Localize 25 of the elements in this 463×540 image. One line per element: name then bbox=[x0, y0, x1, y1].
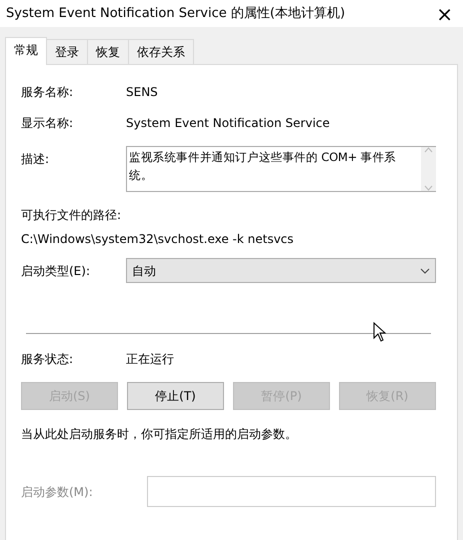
field-label: 可执行文件的路径: bbox=[21, 207, 122, 224]
tab[interactable]: 常规 bbox=[5, 37, 47, 65]
cursor-icon bbox=[373, 322, 387, 342]
caret-icon bbox=[420, 268, 430, 274]
description-box[interactable]: 监视系统事件并通知订户这些事件的 COM+ 事件系统。 bbox=[126, 146, 436, 192]
field-value: System Event Notification Service bbox=[126, 115, 330, 132]
field-label: 启动类型(E): bbox=[21, 262, 91, 280]
field-label: 服务状态: bbox=[21, 351, 74, 368]
close-button[interactable]: × bbox=[432, 4, 457, 24]
tab[interactable]: 依存关系 bbox=[128, 39, 194, 64]
window-title: System Event Notification Service 的属性(本地计算机) bbox=[6, 4, 346, 23]
description-text: 监视系统事件并通知订户这些事件的 COM+ 事件系统。 bbox=[128, 149, 397, 184]
scroll-up-icon[interactable] bbox=[424, 147, 433, 153]
startup-type-dropdown[interactable]: 自动 bbox=[126, 258, 436, 283]
hint-text: 当从此处启动服务时，你可指定所适用的启动参数。 bbox=[21, 426, 298, 443]
field-label: 启动参数(M): bbox=[21, 484, 94, 500]
field-value: 正在运行 bbox=[126, 351, 174, 368]
dropdown-value: 自动 bbox=[132, 262, 156, 280]
field-label: 显示名称: bbox=[21, 115, 74, 132]
field-value: SENS bbox=[126, 84, 158, 101]
service-button[interactable]: 停止(T) bbox=[127, 382, 224, 410]
path-value: C:\Windows\system32\svchost.exe -k netsvcs bbox=[21, 231, 295, 248]
field-label: 服务名称: bbox=[21, 84, 74, 101]
field-label: 描述: bbox=[21, 151, 50, 168]
scroll-down-icon[interactable] bbox=[424, 185, 433, 191]
